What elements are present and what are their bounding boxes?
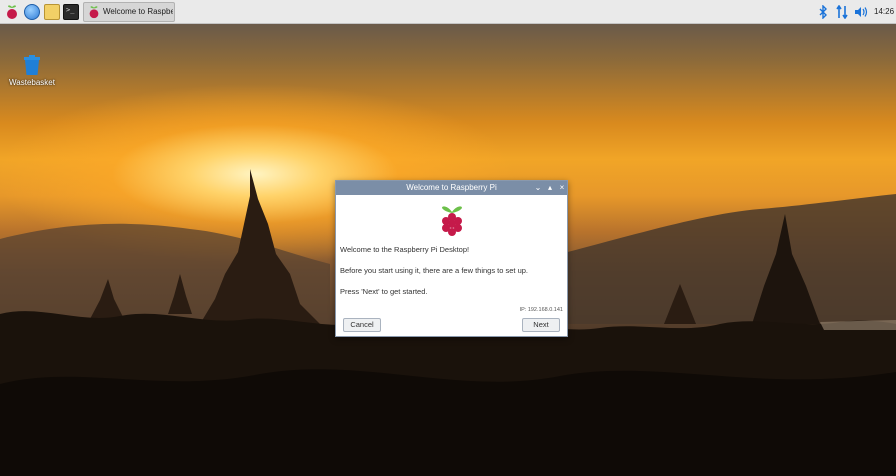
taskbar: >_ Welcome to Raspberr... 14:26 [0, 0, 896, 24]
task-button-label: Welcome to Raspberr... [103, 7, 173, 16]
bluetooth-icon[interactable] [818, 5, 828, 19]
cancel-button[interactable]: Cancel [343, 318, 381, 332]
web-browser-icon[interactable] [24, 4, 40, 20]
welcome-message: Welcome to the Raspberry Pi Desktop! [340, 245, 470, 254]
clock[interactable]: 14:26 [874, 7, 894, 16]
desktop-icon-wastebasket[interactable]: Wastebasket [8, 54, 56, 94]
desktop-icon-label: Wastebasket [9, 78, 55, 87]
raspberry-icon [89, 6, 99, 19]
volume-icon[interactable] [854, 6, 868, 18]
close-button[interactable]: × [557, 182, 567, 194]
welcome-dialog: Welcome to Raspberry Pi ⌄ ▴ × Welcome to… [335, 180, 568, 337]
dialog-titlebar[interactable]: Welcome to Raspberry Pi ⌄ ▴ × [336, 181, 567, 195]
setup-message: Before you start using it, there are a f… [340, 266, 529, 275]
maximize-button[interactable]: ▴ [545, 182, 555, 194]
network-icon[interactable] [836, 5, 848, 19]
raspberry-menu-icon[interactable] [4, 4, 20, 20]
terminal-icon[interactable]: >_ [63, 4, 79, 20]
raspberry-pi-logo-icon [442, 206, 462, 236]
instruction-message: Press 'Next' to get started. [340, 287, 428, 296]
file-manager-icon[interactable] [44, 4, 60, 20]
wastebasket-icon [24, 55, 40, 75]
ip-address: IP: 192.168.0.141 [519, 307, 563, 313]
minimize-button[interactable]: ⌄ [533, 182, 543, 194]
task-button-welcome[interactable]: Welcome to Raspberr... [83, 2, 175, 22]
terminal-glyph: >_ [66, 6, 75, 14]
next-button[interactable]: Next [522, 318, 560, 332]
